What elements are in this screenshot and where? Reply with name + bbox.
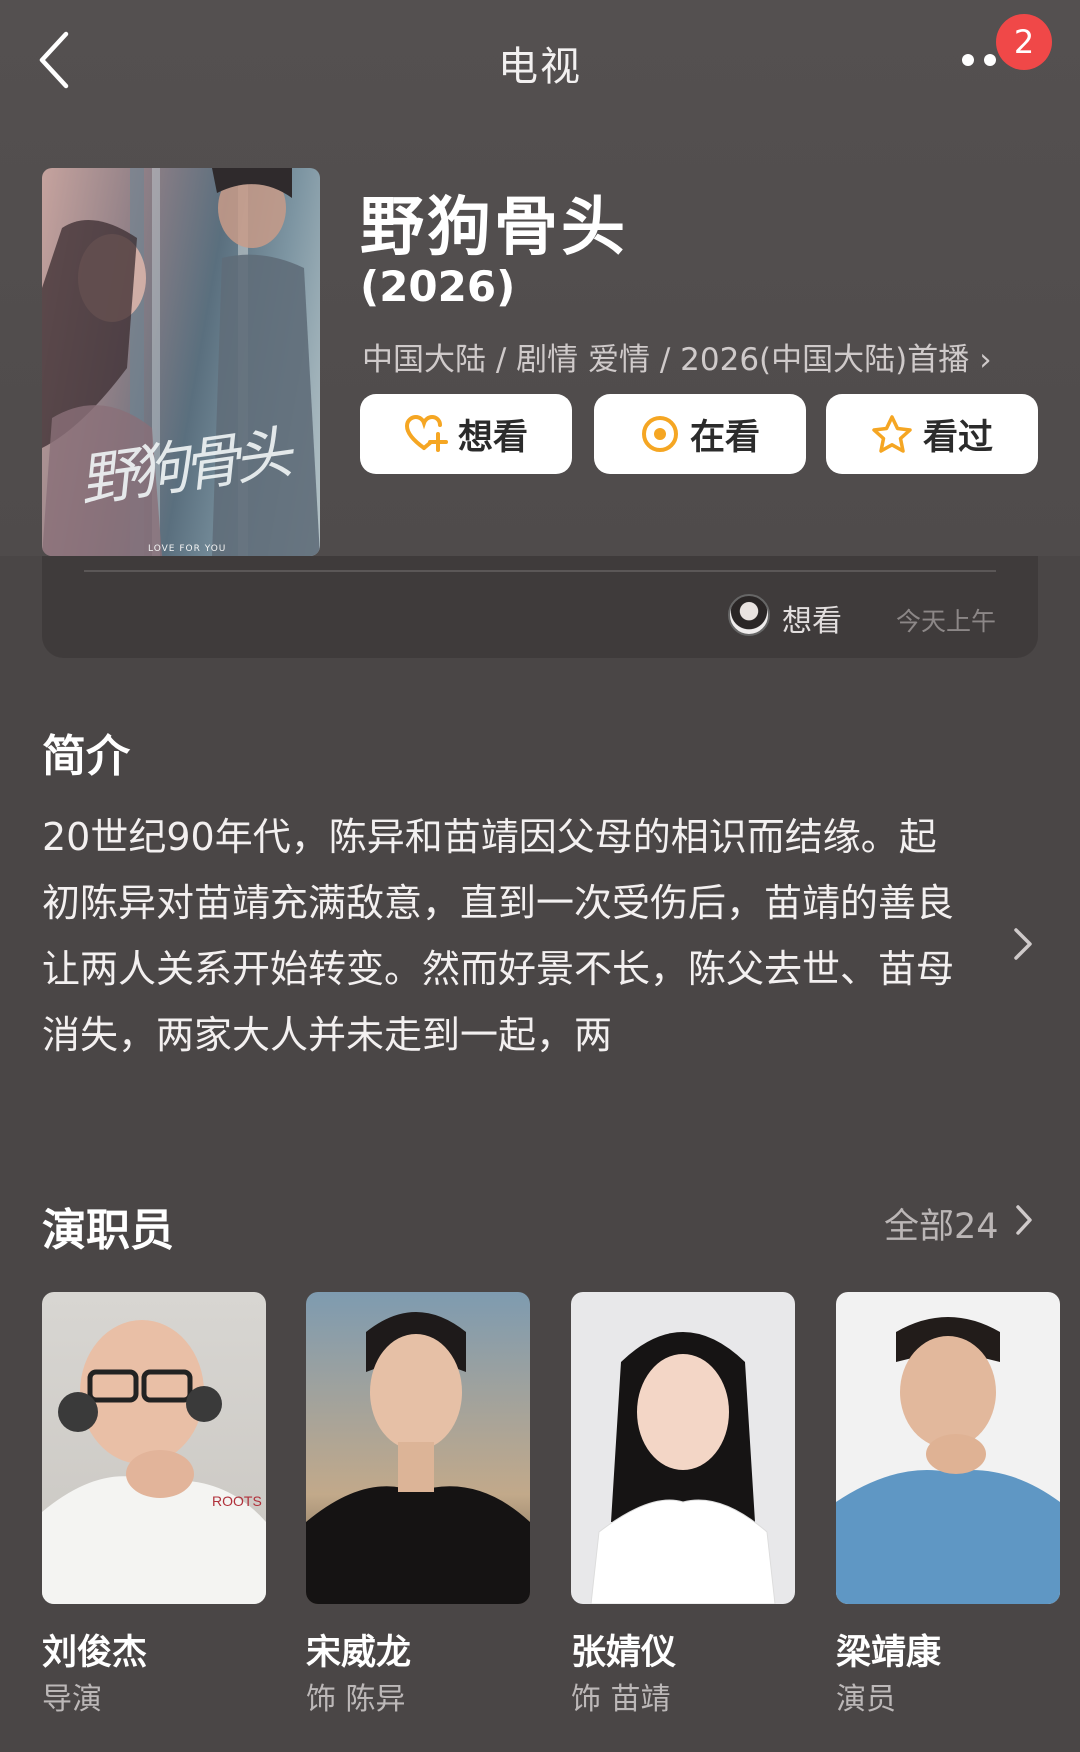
cast-card[interactable]: 梁靖康 演员: [836, 1292, 1060, 1717]
nav-bar: 电视 2: [0, 0, 1080, 120]
star-icon: [872, 415, 912, 453]
cast-photo: [306, 1292, 530, 1604]
cast-photo: [836, 1292, 1060, 1604]
cast-photo: ROOTS: [42, 1292, 266, 1604]
cast-card[interactable]: 张婧仪 饰 苗靖: [571, 1292, 795, 1717]
watching-button[interactable]: 在看: [594, 394, 806, 474]
cast-card[interactable]: ROOTS 刘俊杰 导演: [42, 1292, 266, 1717]
cast-all-link[interactable]: 全部24: [884, 1198, 999, 1249]
show-poster[interactable]: 野狗骨头 LOVE FOR YOU: [42, 168, 320, 556]
divider: [84, 570, 996, 572]
show-meta-text: 中国大陆 / 剧情 爱情 / 2026(中国大陆)首播: [362, 342, 970, 378]
cast-name: 宋威龙: [306, 1633, 412, 1673]
show-meta[interactable]: 中国大陆 / 剧情 爱情 / 2026(中国大陆)首播 ›: [362, 334, 992, 379]
cast-role: 演员: [836, 1682, 896, 1717]
watched-button[interactable]: 看过: [826, 394, 1038, 474]
watching-label: 在看: [689, 417, 760, 458]
friend-activity-card[interactable]: 想看 今天上午: [42, 556, 1038, 658]
cast-heading: 演职员: [42, 1205, 174, 1256]
chevron-right-icon[interactable]: [1012, 924, 1034, 964]
synopsis-heading: 简介: [42, 731, 130, 782]
cast-role: 饰 苗靖: [571, 1682, 671, 1717]
cast-photo: [571, 1292, 795, 1604]
cast-name: 梁靖康: [836, 1633, 942, 1673]
activity-status: 想看: [782, 604, 842, 639]
target-circle-icon: [641, 416, 678, 452]
page-title: 电视: [498, 44, 582, 90]
show-year: (2026): [360, 262, 516, 311]
cast-name: 刘俊杰: [42, 1633, 148, 1673]
heart-plus-icon: [404, 414, 448, 452]
chevron-right-icon[interactable]: [1014, 1202, 1034, 1238]
want-to-watch-button[interactable]: 想看: [360, 394, 572, 474]
cast-card[interactable]: 宋威龙 饰 陈异: [306, 1292, 530, 1717]
cast-name: 张婧仪: [571, 1633, 677, 1673]
show-title: 野狗骨头: [360, 191, 628, 265]
watched-label: 看过: [922, 417, 993, 458]
svg-text:ROOTS: ROOTS: [212, 1493, 262, 1509]
notification-badge[interactable]: 2: [996, 14, 1052, 70]
synopsis-text[interactable]: 20世纪90年代，陈异和苗靖因父母的相识而结缘。起初陈异对苗靖充满敌意，直到一次…: [42, 804, 972, 1068]
cast-role: 饰 陈异: [306, 1682, 406, 1717]
activity-time: 今天上午: [896, 607, 997, 636]
avatar[interactable]: [728, 594, 770, 636]
want-to-watch-label: 想看: [457, 417, 528, 458]
chevron-right-icon: ›: [979, 342, 992, 378]
poster-subtitle: LOVE FOR YOU: [148, 544, 227, 554]
cast-role: 导演: [42, 1682, 102, 1717]
